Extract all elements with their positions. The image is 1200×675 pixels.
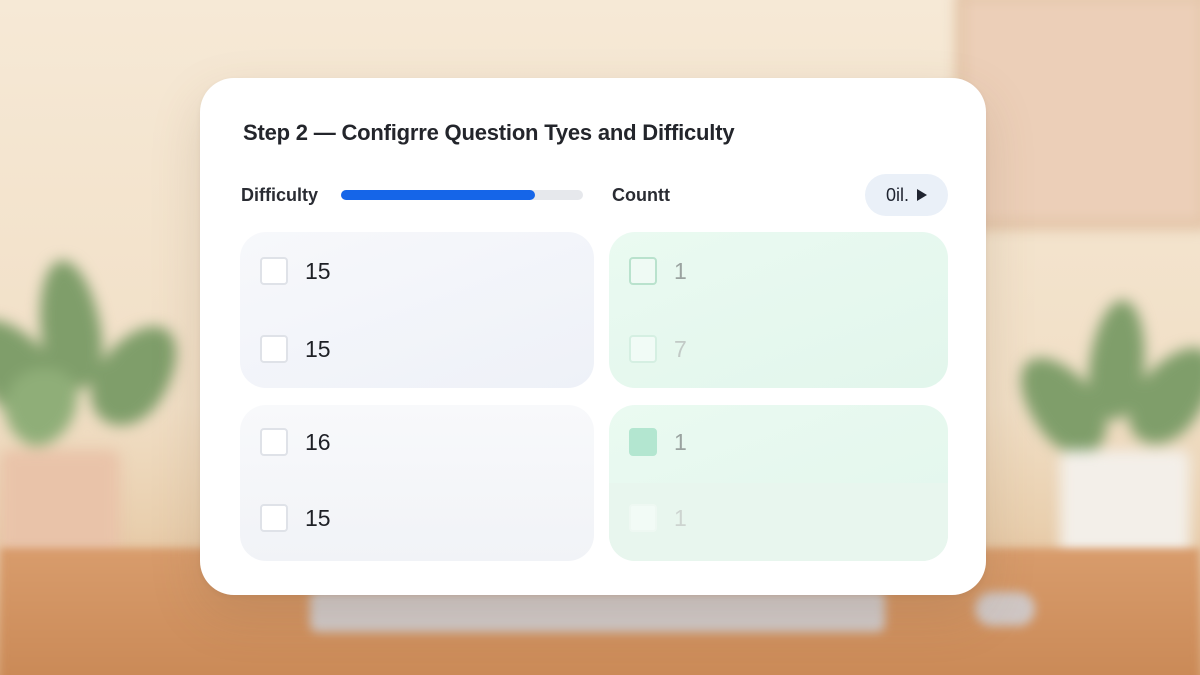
difficulty-label: Difficulty: [241, 185, 319, 205]
item-value: 1: [674, 428, 687, 455]
checkbox[interactable]: [260, 428, 288, 456]
list-item[interactable]: 7: [629, 335, 687, 363]
item-value: 1: [674, 504, 687, 531]
right-panel-2: 1 1: [609, 405, 948, 561]
list-item[interactable]: 15: [260, 335, 331, 363]
checkbox[interactable]: [629, 504, 657, 532]
list-item[interactable]: 16: [260, 428, 331, 456]
difficulty-slider-fill: [341, 190, 535, 200]
keyboard: [310, 590, 885, 632]
item-value: 15: [305, 335, 331, 362]
item-value: 15: [305, 257, 331, 284]
dialog-title: Step 2 — Configrre Question Tyes and Dif…: [243, 120, 735, 145]
list-item[interactable]: 1: [629, 504, 687, 532]
list-item[interactable]: 15: [260, 257, 331, 285]
item-value: 7: [674, 335, 687, 362]
item-value: 16: [305, 428, 331, 455]
count-action-label: 0il.: [885, 184, 909, 205]
picture-frame: [955, 0, 1200, 230]
checkbox[interactable]: [629, 335, 657, 363]
mouse: [975, 592, 1035, 626]
count-label: Countt: [612, 185, 670, 205]
configure-dialog: Step 2 — Configrre Question Tyes and Dif…: [200, 78, 986, 595]
difficulty-slider[interactable]: [341, 190, 583, 200]
left-panel-1: 15 15: [240, 232, 594, 388]
left-plant: [0, 250, 196, 580]
list-item[interactable]: 1: [629, 257, 687, 285]
list-item[interactable]: 1: [629, 428, 687, 456]
checkbox-checked[interactable]: [629, 428, 657, 456]
checkbox[interactable]: [260, 504, 288, 532]
item-value: 15: [305, 504, 331, 531]
left-panel-2: 16 15: [240, 405, 594, 561]
checkbox[interactable]: [260, 335, 288, 363]
item-value: 1: [674, 257, 687, 284]
play-icon: [917, 189, 927, 201]
checkbox[interactable]: [629, 257, 657, 285]
right-panel-1: 1 7: [609, 232, 948, 388]
right-plant: [1003, 297, 1200, 590]
list-item[interactable]: 15: [260, 504, 331, 532]
checkbox[interactable]: [260, 257, 288, 285]
count-action-button[interactable]: 0il.: [865, 174, 948, 216]
